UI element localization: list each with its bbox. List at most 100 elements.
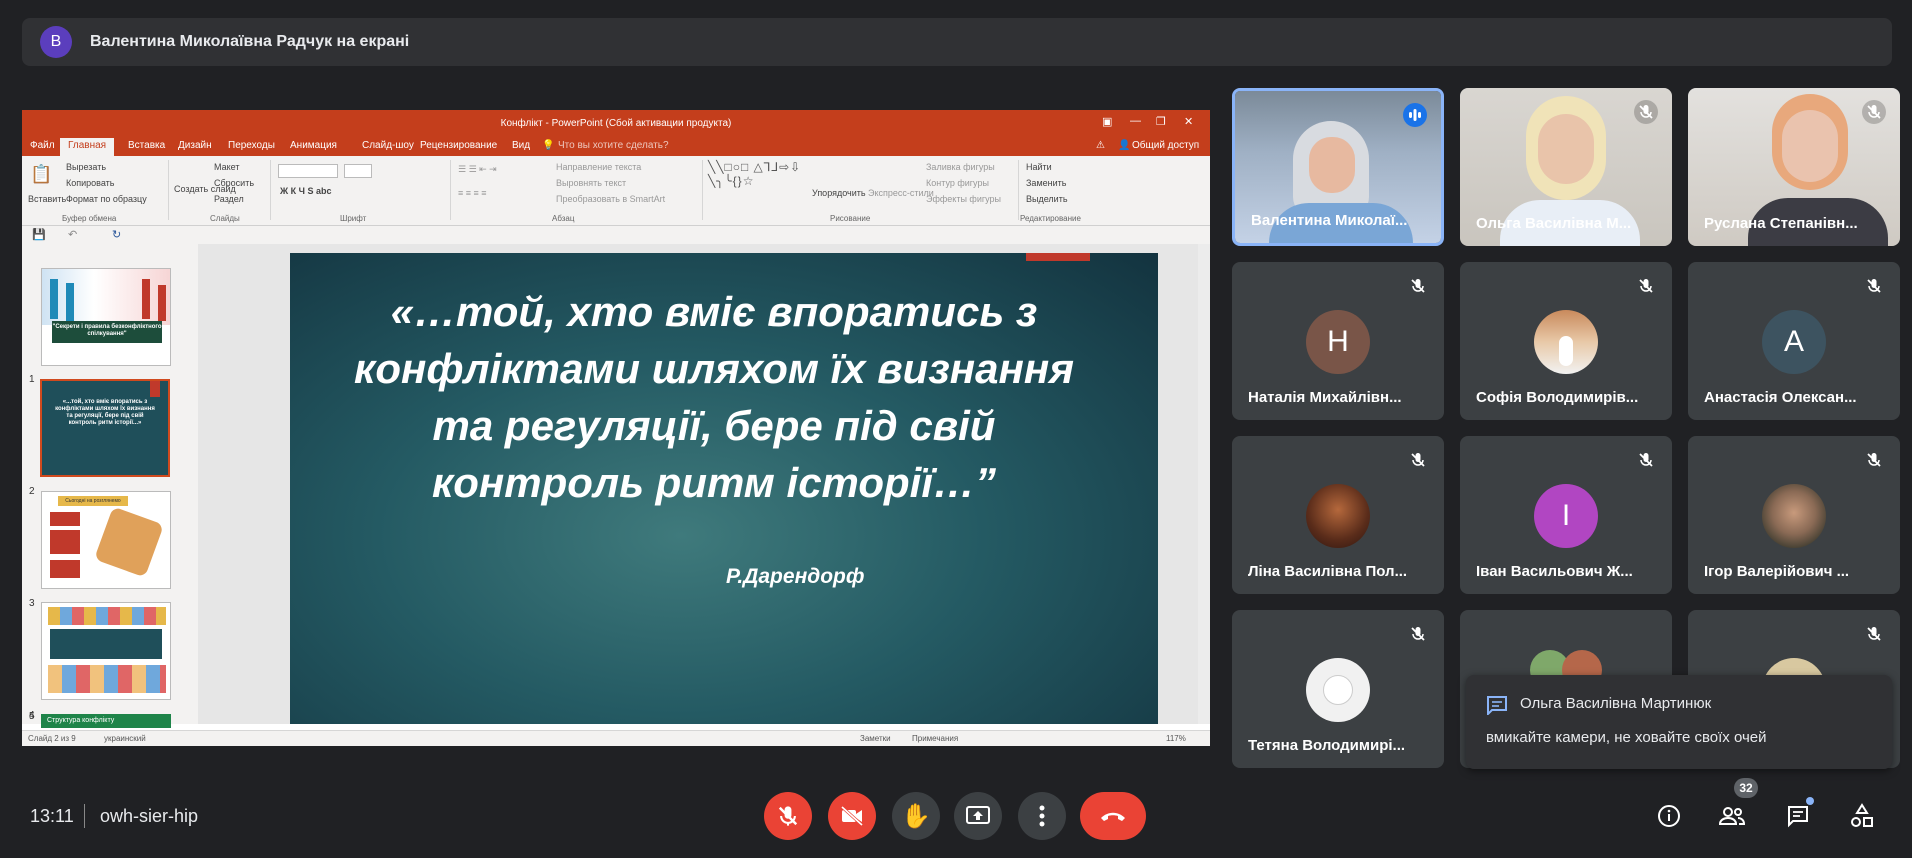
editing-group-label: Редактирование xyxy=(1020,214,1081,223)
participant-tile-3[interactable]: Руслана Степанівн... xyxy=(1688,88,1900,246)
meeting-details-button[interactable] xyxy=(1653,800,1685,832)
smartart-label: Преобразовать в SmartArt xyxy=(556,194,666,204)
presenter-avatar: В xyxy=(40,26,72,58)
share-label: Общий доступ xyxy=(1132,140,1200,151)
participant-tile-5[interactable]: Софія Володимирів... xyxy=(1460,262,1672,420)
mic-off-icon xyxy=(1862,622,1886,646)
redo-icon: ↻ xyxy=(112,229,122,241)
chat-notification[interactable]: Ольга Василівна Мартинюк вмикайте камери… xyxy=(1466,675,1892,769)
participant-avatar: І xyxy=(1534,484,1598,548)
chat-icon xyxy=(1788,806,1808,828)
mic-off-icon xyxy=(1862,448,1886,472)
participant-tile-9[interactable]: Ігор Валерійович ... xyxy=(1688,436,1900,594)
font-group-label: Шрифт xyxy=(340,214,367,223)
tab-file: Файл xyxy=(30,140,55,151)
notes-label: Заметки xyxy=(860,734,891,743)
layout-label: Макет xyxy=(214,162,240,172)
arrange-label: Упорядочить xyxy=(812,188,866,198)
participant-name: Наталія Михайлівн... xyxy=(1248,389,1402,406)
camera-toggle-button[interactable] xyxy=(828,792,876,840)
info-icon xyxy=(1658,805,1680,827)
close-icon: ✕ xyxy=(1184,116,1194,128)
thumb-2-text: «...той, хто вміє впоратись з конфліктам… xyxy=(55,399,155,426)
thumb-number: 2 xyxy=(29,486,35,497)
find-label: Найти xyxy=(1026,162,1052,172)
tab-animation: Анимация xyxy=(290,140,337,151)
thumb-number: 1 xyxy=(29,374,35,385)
reset-label: Сбросить xyxy=(214,178,255,188)
leave-call-button[interactable] xyxy=(1080,792,1146,840)
language: украинский xyxy=(104,734,146,743)
thumb-1-title: "Секрети і правила безконфліктного спілк… xyxy=(52,321,162,343)
hang-up-icon xyxy=(1101,812,1125,821)
participant-name: Іван Васильович Ж... xyxy=(1476,563,1633,580)
current-slide: «…той, хто вміє впоратись з конфліктами … xyxy=(290,253,1158,724)
section-label: Раздел xyxy=(214,194,244,204)
presenter-banner-text: Валентина Миколаївна Радчук на екрані xyxy=(90,33,410,50)
align-icons: ≡ ≡ ≡ ≡ xyxy=(458,188,487,198)
shapes-icon xyxy=(1851,803,1873,827)
raise-hand-button[interactable]: ✋ xyxy=(892,792,940,840)
mic-off-icon xyxy=(778,806,798,826)
list-icons: ☰ ☰ ⇤ ⇥ xyxy=(458,164,497,174)
mic-off-icon xyxy=(1406,448,1430,472)
bold-icon: Ж К Ч S abc xyxy=(280,186,332,196)
participant-tile-7[interactable]: Ліна Василівна Пол... xyxy=(1232,436,1444,594)
ribbon: 📋 Вставить Вырезать Копировать Формат по… xyxy=(22,156,1210,226)
font-size-box xyxy=(344,164,372,178)
cut-label: Вырезать xyxy=(66,162,107,172)
tell-me-icon: 💡 xyxy=(542,140,555,151)
participant-name: Софія Володимирів... xyxy=(1476,389,1639,406)
chat-message: вмикайте камери, не ховайте своїх очей xyxy=(1486,729,1767,746)
save-icon: 💾 xyxy=(32,229,46,241)
slide-info: Слайд 2 из 9 xyxy=(28,734,76,743)
thumb-3-title: Сьогодні на розглянемо xyxy=(58,496,128,506)
ribbon-display-icon: ▣ xyxy=(1102,116,1113,128)
participant-photo-avatar xyxy=(1534,310,1598,374)
paste-icon: 📋 xyxy=(30,164,53,184)
thumb-number: 5 xyxy=(29,711,35,722)
participant-tile-8[interactable]: І Іван Васильович Ж... xyxy=(1460,436,1672,594)
quick-styles-label: Экспресс-стили xyxy=(868,188,934,198)
divider xyxy=(84,804,85,828)
camera-off-icon xyxy=(840,805,864,827)
editor-scrollbar xyxy=(1198,244,1210,724)
presenter-banner: В Валентина Миколаївна Радчук на екрані xyxy=(22,18,1892,66)
present-screen-button[interactable] xyxy=(954,792,1002,840)
mic-toggle-button[interactable] xyxy=(764,792,812,840)
tab-transitions: Переходы xyxy=(228,140,275,151)
thumb-number: 3 xyxy=(29,598,35,609)
slide-accent-tab xyxy=(1026,253,1090,261)
zoom-level: 117% xyxy=(1166,734,1186,743)
align-text-label: Выровнять текст xyxy=(556,178,627,188)
mic-off-icon xyxy=(1406,622,1430,646)
more-options-button[interactable] xyxy=(1018,792,1066,840)
participant-tile-4[interactable]: Н Наталія Михайлівн... xyxy=(1232,262,1444,420)
mic-off-icon xyxy=(1634,448,1658,472)
participants-button[interactable] xyxy=(1716,800,1748,832)
participant-tile-2[interactable]: Ольга Василівна М... xyxy=(1460,88,1672,246)
participant-tile-10[interactable]: Тетяна Володимирі... xyxy=(1232,610,1444,768)
participant-photo-avatar xyxy=(1306,484,1370,548)
tell-me-text: Что вы хотите сделать? xyxy=(558,140,669,151)
unread-dot xyxy=(1806,797,1814,805)
select-label: Выделить xyxy=(1026,194,1068,204)
speaking-indicator-icon xyxy=(1403,103,1427,127)
hand-icon: ✋ xyxy=(901,802,931,830)
slides-group-label: Слайды xyxy=(210,214,240,223)
participant-tile-6[interactable]: А Анастасія Олексан... xyxy=(1688,262,1900,420)
activities-button[interactable] xyxy=(1846,800,1878,832)
format-painter-label: Формат по образцу xyxy=(66,194,147,204)
participant-name: Ольга Василівна М... xyxy=(1476,215,1632,232)
meeting-code: owh-sier-hip xyxy=(100,806,199,826)
participant-count-badge: 32 xyxy=(1734,778,1758,798)
participant-name: Валентина Миколаї... xyxy=(1251,212,1408,229)
slide-thumbnail-5: Структура конфлікту xyxy=(41,714,171,728)
slide-quote: «…той, хто вміє впоратись з конфліктами … xyxy=(354,288,1074,506)
undo-icon: ↶ xyxy=(68,229,78,241)
meeting-time: 13:11 xyxy=(30,806,74,826)
replace-label: Заменить xyxy=(1026,178,1067,188)
participant-tile-1[interactable]: Валентина Миколаї... xyxy=(1232,88,1444,246)
participant-name: Тетяна Володимирі... xyxy=(1248,737,1406,754)
participant-photo-avatar xyxy=(1306,658,1370,722)
